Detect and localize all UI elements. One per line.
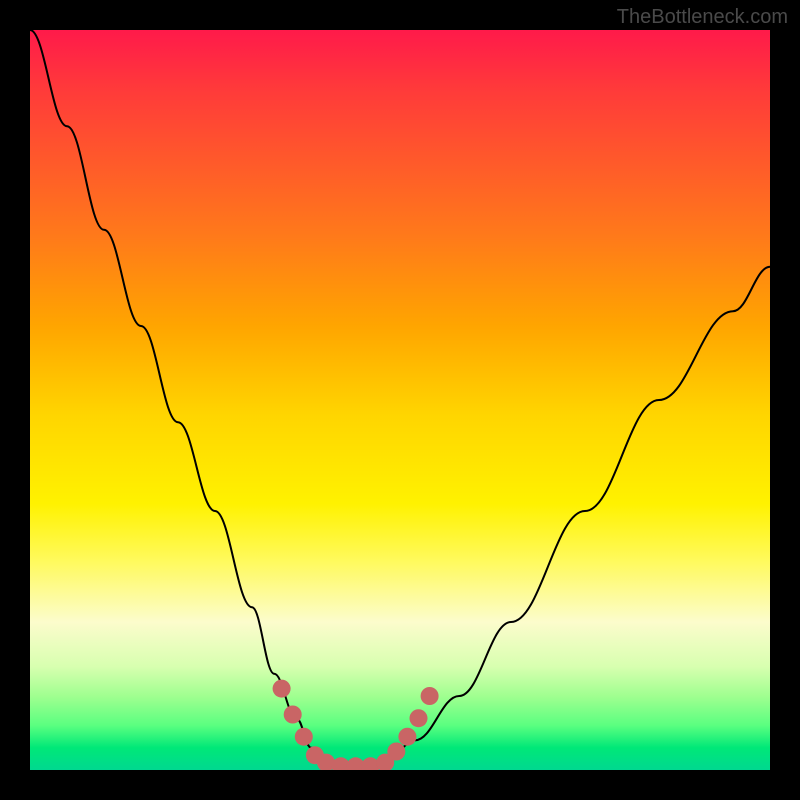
valley-dot — [295, 728, 313, 746]
bottleneck-curve-right — [341, 267, 770, 770]
valley-dot — [273, 680, 291, 698]
valley-dot — [421, 687, 439, 705]
valley-dot — [398, 728, 416, 746]
attribution-text: TheBottleneck.com — [617, 6, 788, 29]
bottleneck-curve-left — [30, 30, 356, 770]
valley-dot — [387, 743, 405, 761]
chart-svg-layer — [30, 30, 770, 770]
valley-dot — [410, 709, 428, 727]
chart-plot-area — [30, 30, 770, 770]
valley-dot — [284, 706, 302, 724]
valley-marker-dots — [273, 680, 439, 770]
